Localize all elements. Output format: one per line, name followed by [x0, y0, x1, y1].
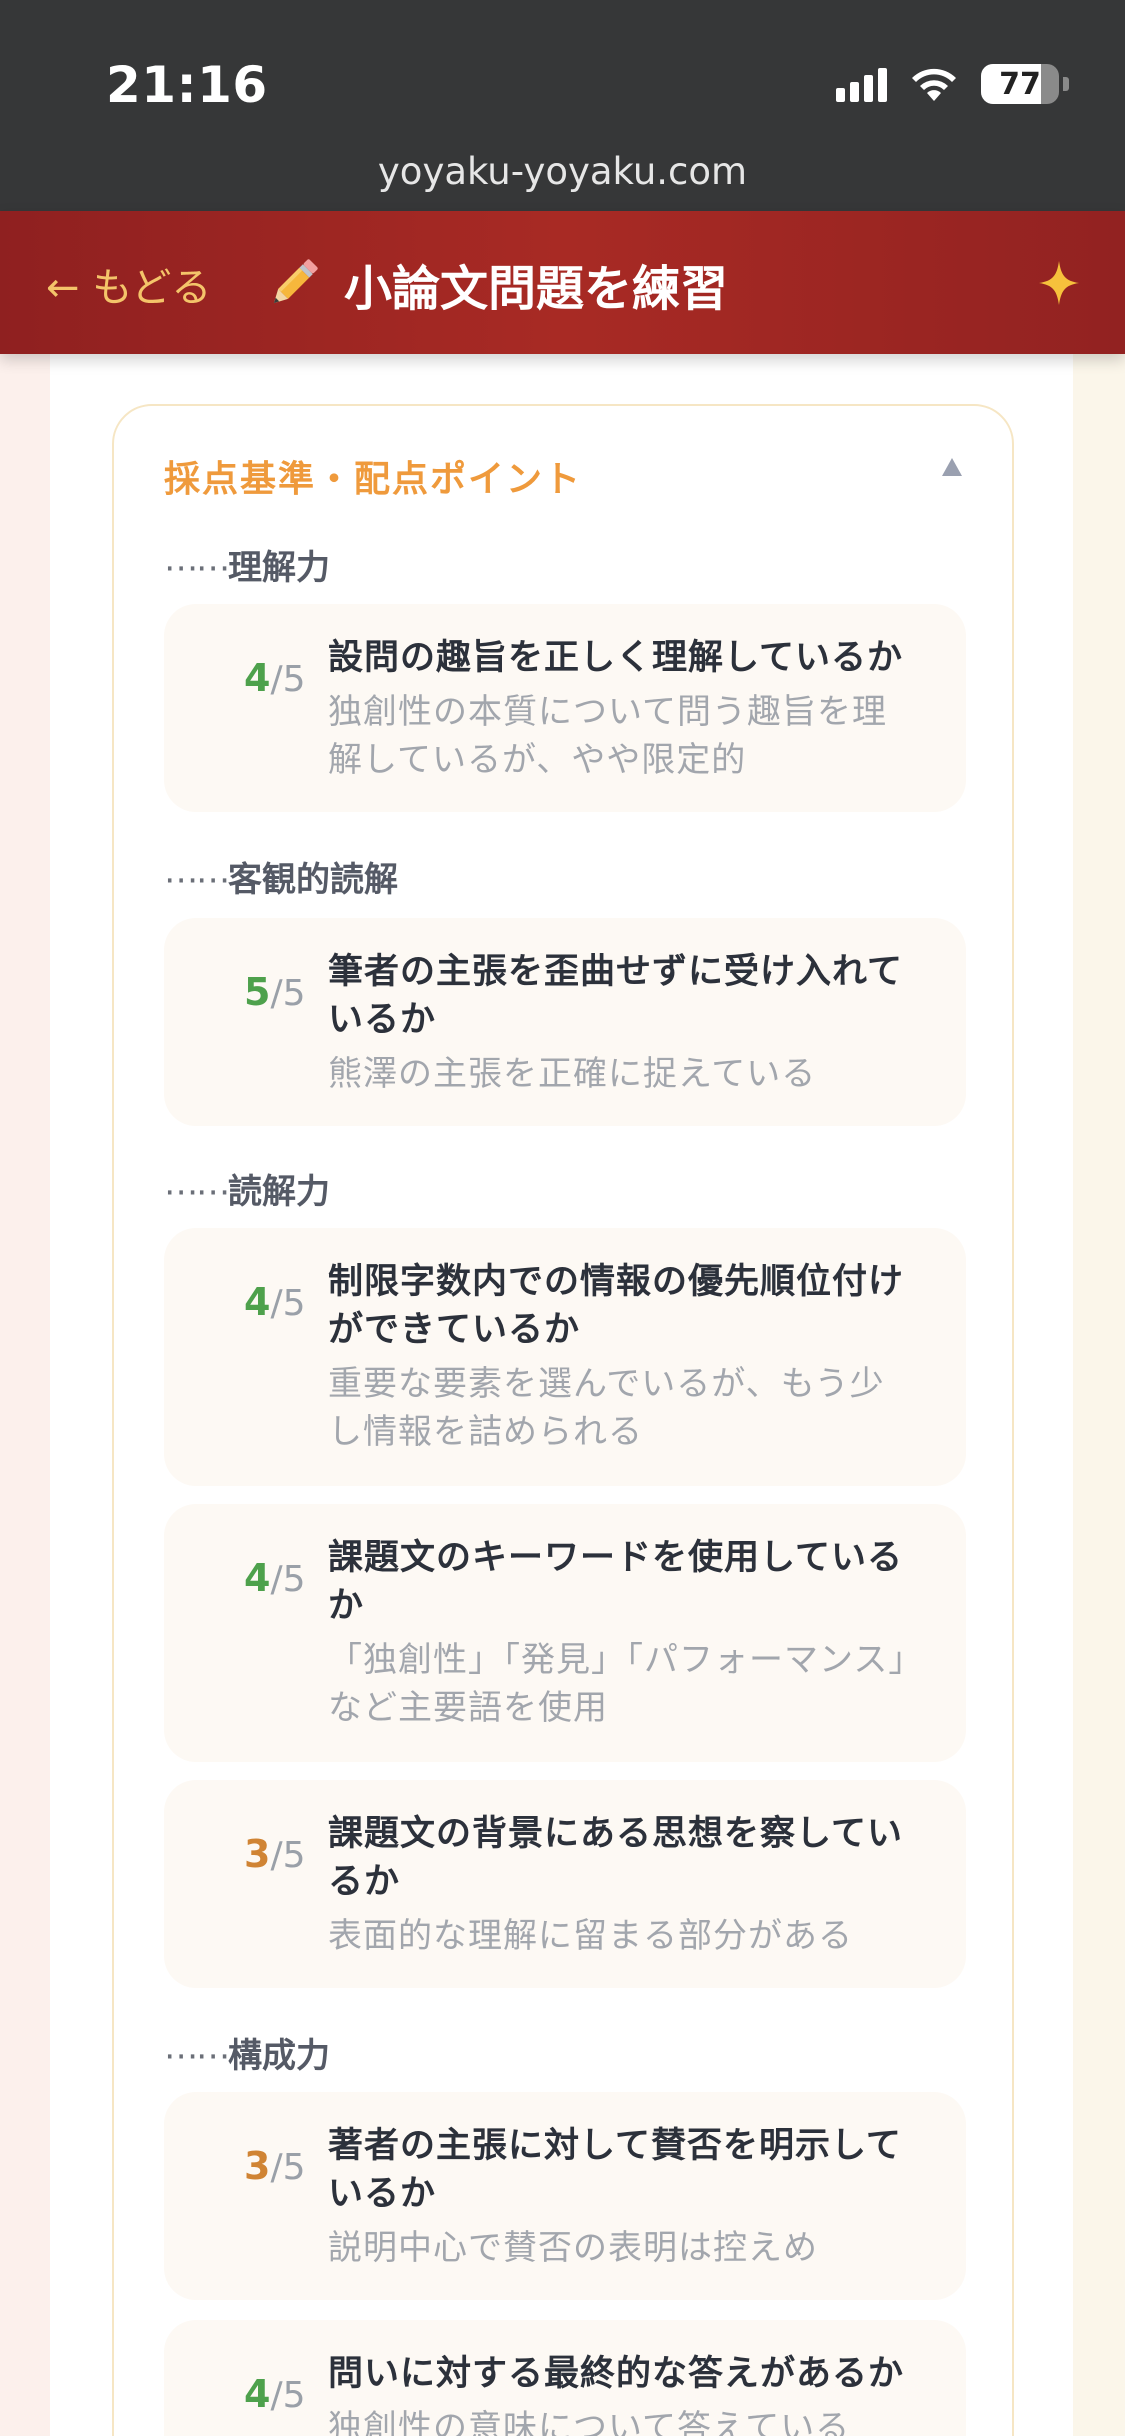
- address-bar-url[interactable]: yoyaku-yoyaku.com: [0, 150, 1125, 193]
- item-description: 表面的な理解に留まる部分がある: [328, 1916, 853, 1956]
- score: 4/5: [244, 1280, 306, 1324]
- section-label-composition: ⋯⋯構成力: [164, 2036, 330, 2076]
- back-button[interactable]: ← もどる: [46, 255, 211, 313]
- rubric-item: 3/5 課題文の背景にある思想を察しているか 表面的な理解に留まる部分がある: [164, 1780, 966, 1988]
- status-time: 21:16: [106, 56, 268, 114]
- item-title: 問いに対する最終的な答えがあるか: [328, 2354, 905, 2394]
- item-title: 課題文の背景にある思想を察しているか: [328, 1814, 903, 1902]
- rubric-item: 4/5 問いに対する最終的な答えがあるか 独創性の意味について答えている: [164, 2320, 966, 2436]
- section-label-understanding: ⋯⋯理解力: [164, 548, 330, 588]
- dots-icon: ⋯⋯: [164, 1172, 230, 1212]
- rubric-card: 採点基準・配点ポイント ⋯⋯理解力 4/5 設問の趣旨を正しく理解しているか 独…: [112, 404, 1014, 2436]
- score: 3/5: [244, 1832, 306, 1876]
- dots-icon: ⋯⋯: [164, 860, 230, 900]
- browser-top-bar: 21:16 77 yoyaku-yoyaku.com: [0, 0, 1125, 211]
- item-description: 重要な要素を選んでいるが、もう少し情報を詰められる: [328, 1364, 885, 1452]
- cellular-signal-icon: [836, 66, 887, 102]
- item-title: 制限字数内での情報の優先順位付けができているか: [328, 1262, 905, 1350]
- wifi-icon: [912, 68, 956, 101]
- page-title-group: 小論文問題を練習: [262, 249, 728, 319]
- collapse-triangle-icon[interactable]: [942, 458, 962, 476]
- rubric-item: 4/5 制限字数内での情報の優先順位付けができているか 重要な要素を選んでいるが…: [164, 1228, 966, 1486]
- item-description: 「独創性」「発見」「パフォーマンス」など主要語を使用: [328, 1640, 907, 1728]
- item-description: 独創性の意味について答えている: [328, 2408, 851, 2436]
- pencil-icon: [273, 259, 318, 304]
- section-label-objective-reading: ⋯⋯客観的読解: [164, 860, 398, 900]
- item-title: 設問の趣旨を正しく理解しているか: [328, 638, 903, 678]
- rubric-item: 5/5 筆者の主張を歪曲せずに受け入れているか 熊澤の主張を正確に捉えている: [164, 918, 966, 1126]
- page-background-left: [0, 354, 50, 2436]
- rubric-item: 4/5 課題文のキーワードを使用しているか 「独創性」「発見」「パフォーマンス」…: [164, 1504, 966, 1762]
- rubric-item: 3/5 著者の主張に対して賛否を明示しているか 説明中心で賛否の表明は控えめ: [164, 2092, 966, 2300]
- section-label-reading-comprehension: ⋯⋯読解力: [164, 1172, 330, 1212]
- battery-percent: 77: [999, 66, 1041, 102]
- status-icons: 77: [836, 64, 1069, 104]
- item-description: 説明中心で賛否の表明は控えめ: [328, 2228, 818, 2268]
- battery-cap: [1063, 77, 1069, 91]
- rubric-item: 4/5 設問の趣旨を正しく理解しているか 独創性の本質について問う趣旨を理解して…: [164, 604, 966, 812]
- score: 5/5: [244, 970, 306, 1014]
- app-header: ← もどる 小論文問題を練習: [0, 211, 1125, 354]
- item-description: 独創性の本質について問う趣旨を理解しているが、やや限定的: [328, 692, 887, 780]
- page-background-right: [1073, 354, 1125, 2436]
- dots-icon: ⋯⋯: [164, 548, 230, 588]
- page-title: 小論文問題を練習: [344, 261, 729, 317]
- score: 4/5: [244, 1556, 306, 1600]
- score: 4/5: [244, 2372, 306, 2416]
- item-title: 課題文のキーワードを使用しているか: [328, 1538, 903, 1626]
- item-title: 著者の主張に対して賛否を明示しているか: [328, 2126, 902, 2214]
- item-title: 筆者の主張を歪曲せずに受け入れているか: [328, 952, 903, 1040]
- rubric-title[interactable]: 採点基準・配点ポイント: [164, 450, 582, 502]
- sparkle-icon[interactable]: [1039, 261, 1079, 305]
- dots-icon: ⋯⋯: [164, 2036, 230, 2076]
- battery-icon: 77: [981, 64, 1059, 104]
- score: 4/5: [244, 656, 306, 700]
- item-description: 熊澤の主張を正確に捉えている: [328, 1054, 817, 1094]
- score: 3/5: [244, 2144, 306, 2188]
